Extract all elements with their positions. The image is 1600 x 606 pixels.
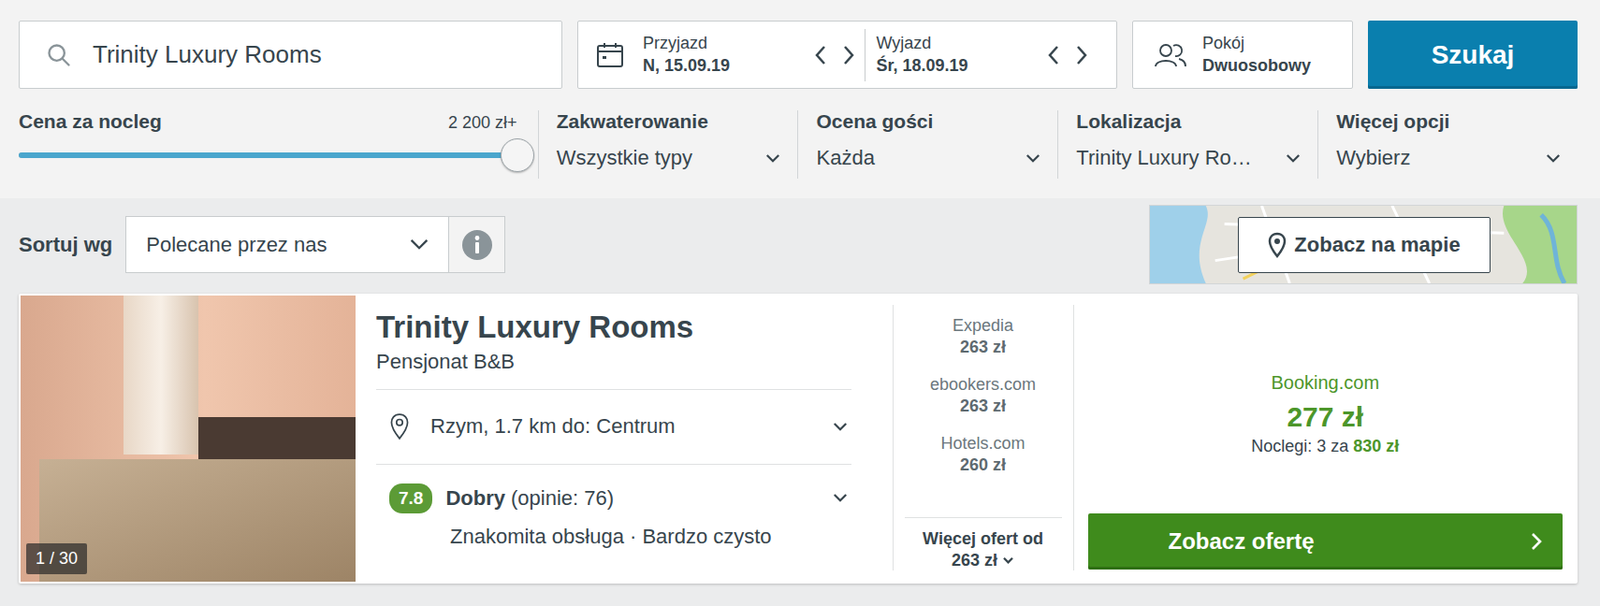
date-label: Przyjazd bbox=[642, 33, 730, 54]
date-part[interactable]: Wyjazd Śr, 18.09.19 bbox=[864, 29, 1101, 82]
rating-count: (opinie: 76) bbox=[510, 486, 614, 511]
filter-label: Lokalizacja bbox=[1076, 110, 1301, 133]
offers-list: Expedia 263 złebookers.com 263 złHotels.… bbox=[892, 305, 1075, 571]
sort-dropdown[interactable]: Polecane przez nas bbox=[125, 216, 450, 274]
chevron-down-icon bbox=[1025, 153, 1041, 164]
offer-item[interactable]: Expedia 263 zł bbox=[904, 316, 1062, 358]
filter-label: Ocena gości bbox=[815, 110, 1041, 133]
date-part[interactable]: Przyjazd N, 15.09.19 bbox=[642, 29, 865, 82]
offer-price: 260 zł bbox=[904, 455, 1062, 476]
offer-site: Hotels.com bbox=[904, 434, 1062, 454]
date-picker[interactable]: Przyjazd N, 15.09.19 Wyjazd Śr, 18.09.19 bbox=[577, 20, 1118, 89]
chevron-right-icon[interactable] bbox=[1075, 44, 1089, 66]
search-button[interactable]: Szukaj bbox=[1367, 20, 1578, 89]
search-value: Trinity Luxury Rooms bbox=[92, 40, 322, 70]
filter-value: Wybierz bbox=[1336, 145, 1411, 171]
room-value: Dwuosobowy bbox=[1202, 56, 1311, 76]
calendar-icon bbox=[596, 42, 625, 69]
filter-value: Wszystkie typy bbox=[556, 145, 693, 171]
filter-label: Zakwaterowanie bbox=[556, 110, 782, 133]
slider-thumb[interactable] bbox=[500, 138, 535, 173]
filter-label: Więcej opcji bbox=[1336, 110, 1561, 133]
room-selector[interactable]: Pokój Dwuosobowy bbox=[1132, 20, 1353, 89]
filter-dropdown[interactable]: Lokalizacja Trinity Luxury Ro… bbox=[1057, 110, 1318, 179]
results-area: Sortuj wg Polecane przez nas Zobacz na m… bbox=[0, 198, 1600, 584]
sort-label: Sortuj wg bbox=[18, 232, 113, 258]
chevron-down-icon bbox=[765, 153, 781, 164]
price-label: Cena za nocleg bbox=[18, 110, 162, 133]
chevron-down-icon bbox=[832, 493, 848, 504]
rating-row[interactable]: 7.8 Dobry (opinie: 76) Znakomita obsługa… bbox=[376, 465, 852, 550]
chevron-left-icon[interactable] bbox=[814, 44, 828, 66]
offer-price: 263 zł bbox=[904, 337, 1062, 358]
search-header: Trinity Luxury Rooms Przyjazd N, 15.09.1… bbox=[0, 0, 1600, 199]
date-value: Śr, 18.09.19 bbox=[876, 56, 969, 76]
search-icon bbox=[45, 42, 73, 69]
location-row[interactable]: Rzym, 1.7 km do: Centrum bbox=[376, 390, 852, 466]
chevron-left-icon[interactable] bbox=[1047, 44, 1061, 66]
location-pin-icon bbox=[389, 412, 410, 441]
hotel-info: Trinity Luxury Rooms Pensjonat B&B Rzym,… bbox=[355, 295, 873, 582]
filter-dropdown[interactable]: Ocena gości Każda bbox=[797, 110, 1058, 179]
price-filter: Cena za nocleg 2 200 zł+ bbox=[18, 110, 539, 179]
filter-value: Trinity Luxury Ro… bbox=[1076, 145, 1251, 171]
location-text: Rzym, 1.7 km do: Centrum bbox=[430, 414, 813, 439]
sort-row: Sortuj wg Polecane przez nas Zobacz na m… bbox=[18, 204, 1578, 285]
offer-price: 263 zł bbox=[904, 396, 1062, 417]
hotel-card: 1 / 30 Trinity Luxury Rooms Pensjonat B&… bbox=[18, 293, 1578, 584]
people-icon bbox=[1153, 42, 1188, 69]
hotel-name[interactable]: Trinity Luxury Rooms bbox=[376, 308, 852, 347]
price-max: 2 200 zł+ bbox=[448, 113, 518, 133]
filter-dropdown[interactable]: Więcej opcji Wybierz bbox=[1317, 110, 1578, 179]
rating-score: 7.8 bbox=[389, 483, 433, 514]
chevron-down-icon bbox=[1545, 153, 1561, 164]
search-row: Trinity Luxury Rooms Przyjazd N, 15.09.1… bbox=[18, 20, 1578, 89]
date-value: N, 15.09.19 bbox=[642, 56, 730, 76]
chevron-right-icon[interactable] bbox=[842, 44, 856, 66]
chevron-down-icon bbox=[408, 238, 430, 251]
photo-counter: 1 / 30 bbox=[26, 543, 88, 575]
room-label: Pokój bbox=[1202, 33, 1311, 54]
filter-dropdown[interactable]: Zakwaterowanie Wszystkie typy bbox=[538, 110, 799, 179]
date-label: Wyjazd bbox=[876, 33, 969, 54]
sort-value: Polecane przez nas bbox=[145, 232, 327, 258]
offer-item[interactable]: ebookers.com 263 zł bbox=[904, 375, 1062, 417]
map-thumbnail[interactable]: Zobacz na mapie bbox=[1149, 204, 1578, 285]
chevron-down-icon bbox=[1002, 556, 1015, 566]
best-offer-price: 277 zł bbox=[1286, 401, 1364, 434]
info-icon bbox=[461, 229, 494, 262]
filter-row: Cena za nocleg 2 200 zł+ Zakwaterowanie … bbox=[18, 110, 1578, 179]
offer-item[interactable]: Hotels.com 260 zł bbox=[904, 434, 1062, 476]
best-offer-total: Noclegi: 3 za 830 zł bbox=[1250, 436, 1399, 457]
view-offer-button[interactable]: Zobacz ofertę bbox=[1088, 513, 1564, 570]
hotel-photo[interactable]: 1 / 30 bbox=[20, 295, 356, 582]
rating-highlights: Znakomita obsługa · Bardzo czysto bbox=[450, 524, 848, 550]
best-offer: Booking.com 277 zł Noclegi: 3 za 830 zł … bbox=[1074, 295, 1577, 582]
rating-label: Dobry bbox=[445, 486, 506, 511]
search-input[interactable]: Trinity Luxury Rooms bbox=[18, 20, 563, 89]
chevron-right-icon bbox=[1530, 532, 1542, 552]
map-button[interactable]: Zobacz na mapie bbox=[1237, 217, 1491, 274]
best-offer-site: Booking.com bbox=[1270, 372, 1380, 394]
chevron-down-icon bbox=[832, 421, 848, 433]
filter-value: Każda bbox=[815, 145, 874, 171]
page: Trinity Luxury Rooms Przyjazd N, 15.09.1… bbox=[0, 0, 1600, 606]
map-pin-icon bbox=[1267, 232, 1287, 259]
hotel-type: Pensjonat B&B bbox=[376, 349, 852, 391]
price-slider[interactable] bbox=[18, 136, 518, 175]
info-button[interactable] bbox=[449, 216, 506, 274]
chevron-down-icon bbox=[1285, 153, 1301, 164]
offer-site: Expedia bbox=[904, 316, 1062, 336]
more-offers[interactable]: Więcej ofert od 263 zł bbox=[904, 517, 1062, 571]
offer-site: ebookers.com bbox=[904, 375, 1062, 395]
